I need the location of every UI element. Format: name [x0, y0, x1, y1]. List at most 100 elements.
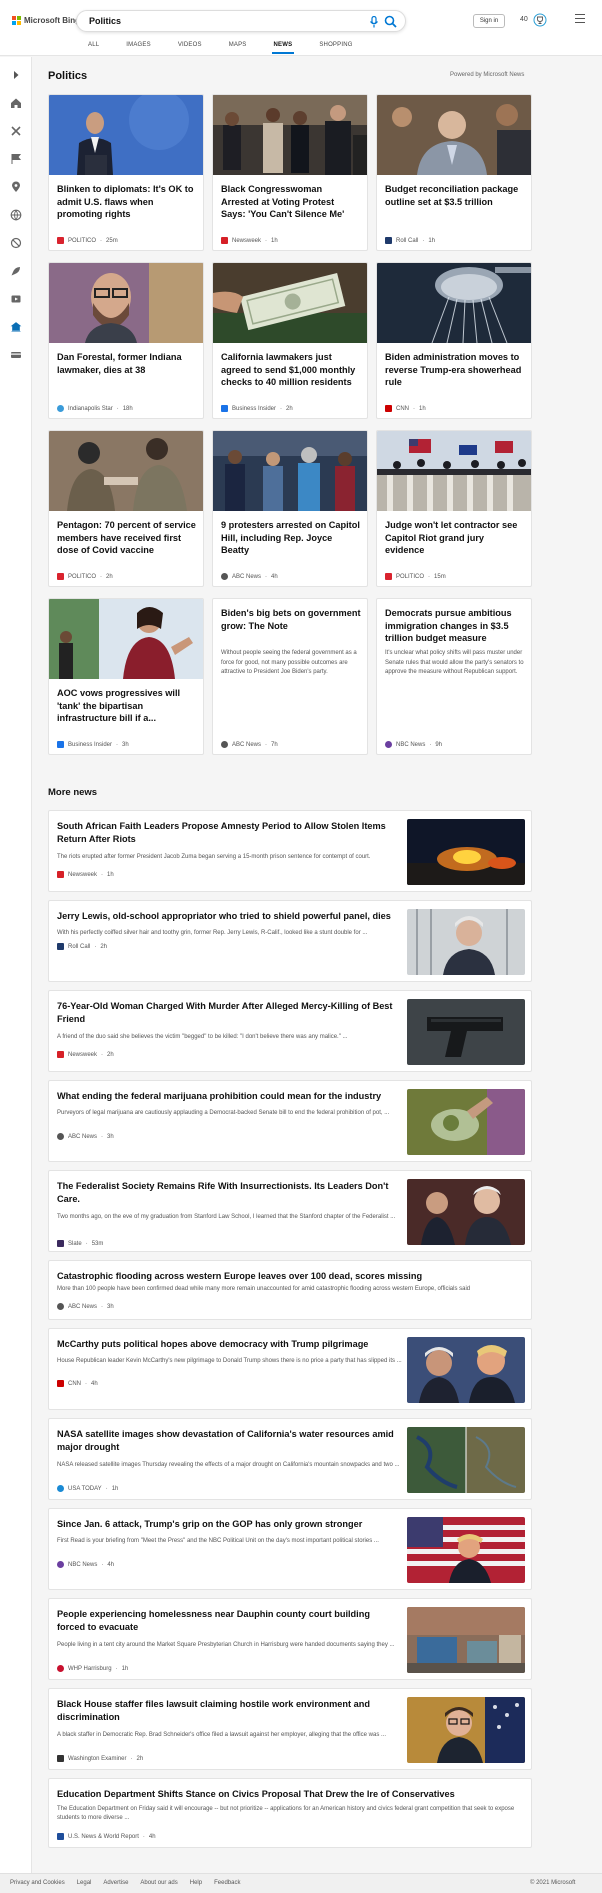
- rewards-points[interactable]: 40: [520, 16, 528, 23]
- card-title[interactable]: 9 protesters arrested on Capitol Hill, i…: [221, 519, 361, 557]
- politics-capitol-icon[interactable]: [10, 321, 22, 333]
- cnn-logo-icon: [57, 1380, 64, 1387]
- news-list-item[interactable]: NASA satellite images show devastation o…: [48, 1418, 532, 1500]
- news-title[interactable]: The Federalist Society Remains Rife With…: [57, 1180, 397, 1206]
- news-title[interactable]: People experiencing homelessness near Da…: [57, 1608, 397, 1634]
- news-title[interactable]: Jerry Lewis, old-school appropriator who…: [57, 910, 397, 923]
- news-list-item[interactable]: Catastrophic flooding across western Eur…: [48, 1260, 532, 1320]
- card-title[interactable]: California lawmakers just agreed to send…: [221, 351, 361, 389]
- card-title[interactable]: AOC vows progressives will 'tank' the bi…: [57, 687, 197, 725]
- news-card[interactable]: California lawmakers just agreed to send…: [212, 262, 368, 419]
- footer-link-advertise[interactable]: Advertise: [103, 1880, 128, 1886]
- search-input[interactable]: Politics: [89, 16, 121, 26]
- hamburger-menu-icon[interactable]: [575, 14, 585, 24]
- news-list-item[interactable]: The Federalist Society Remains Rife With…: [48, 1170, 532, 1252]
- news-list-item[interactable]: Jerry Lewis, old-school appropriator who…: [48, 900, 532, 982]
- scope-tabs: ALL IMAGES VIDEOS MAPS NEWS SHOPPING: [88, 42, 380, 54]
- card-source: POLITICO · 2h: [57, 573, 113, 580]
- sports-icon[interactable]: [10, 237, 22, 249]
- home-icon[interactable]: [10, 97, 22, 109]
- location-pin-icon[interactable]: [10, 181, 22, 193]
- money-icon[interactable]: [10, 349, 22, 361]
- card-title[interactable]: Biden administration moves to reverse Tr…: [385, 351, 525, 389]
- rewards-trophy-icon[interactable]: [533, 13, 547, 27]
- card-title[interactable]: Pentagon: 70 percent of service members …: [57, 519, 197, 557]
- news-list-item[interactable]: 76-Year-Old Woman Charged With Murder Af…: [48, 990, 532, 1072]
- news-title[interactable]: McCarthy puts political hopes above demo…: [57, 1338, 397, 1351]
- tab-images[interactable]: IMAGES: [126, 42, 151, 48]
- source-time: 2h: [286, 405, 293, 412]
- sign-in-button[interactable]: Sign in: [473, 14, 505, 28]
- card-title[interactable]: Biden's big bets on government grow: The…: [221, 607, 361, 632]
- source-name: ABC News: [68, 1133, 98, 1140]
- news-snippet: House Republican leader Kevin McCarthy's…: [57, 1358, 402, 1364]
- entertainment-icon[interactable]: [10, 293, 22, 305]
- tab-videos[interactable]: VIDEOS: [178, 42, 202, 48]
- news-image-trump-rally: [407, 1517, 525, 1583]
- card-title[interactable]: Budget reconciliation package outline se…: [385, 183, 525, 208]
- news-card[interactable]: Biden administration moves to reverse Tr…: [376, 262, 532, 419]
- news-card-text[interactable]: Democrats pursue ambitious immigration c…: [376, 598, 532, 755]
- tab-shopping[interactable]: SHOPPING: [319, 42, 352, 48]
- news-snippet: A friend of the duo said she believes th…: [57, 1034, 348, 1040]
- news-card[interactable]: Dan Forestal, former Indiana lawmaker, d…: [48, 262, 204, 419]
- news-title[interactable]: Catastrophic flooding across western Eur…: [57, 1270, 517, 1283]
- news-card[interactable]: Judge won't let contractor see Capitol R…: [376, 430, 532, 587]
- footer-link-legal[interactable]: Legal: [77, 1880, 92, 1886]
- news-list-item[interactable]: Black House staffer files lawsuit claimi…: [48, 1688, 532, 1770]
- card-source: ABC News · 4h: [221, 573, 278, 580]
- flag-icon[interactable]: [10, 153, 22, 165]
- news-snippet: NASA released satellite images Thursday …: [57, 1462, 400, 1468]
- news-title[interactable]: South African Faith Leaders Propose Amne…: [57, 820, 397, 846]
- news-card[interactable]: Blinken to diplomats: It's OK to admit U…: [48, 94, 204, 251]
- source-time: 4h: [107, 1561, 115, 1568]
- news-list-item[interactable]: Since Jan. 6 attack, Trump's grip on the…: [48, 1508, 532, 1590]
- news-card[interactable]: Budget reconciliation package outline se…: [376, 94, 532, 251]
- news-list-item[interactable]: What ending the federal marijuana prohib…: [48, 1080, 532, 1162]
- news-snippet: Purveyors of legal marijuana are cautiou…: [57, 1110, 390, 1116]
- news-card[interactable]: 9 protesters arrested on Capitol Hill, i…: [212, 430, 368, 587]
- expand-rail-icon[interactable]: [10, 69, 22, 81]
- search-box[interactable]: Politics: [76, 10, 406, 32]
- news-title[interactable]: NASA satellite images show devastation o…: [57, 1428, 397, 1454]
- footer-link-privacy[interactable]: Privacy and Cookies: [10, 1880, 65, 1886]
- news-list-item[interactable]: Education Department Shifts Stance on Ci…: [48, 1778, 532, 1848]
- tab-news[interactable]: NEWS: [271, 42, 295, 54]
- news-snippet: More than 100 people have been confirmed…: [57, 1286, 471, 1292]
- card-title[interactable]: Black Congresswoman Arrested at Voting P…: [221, 183, 361, 221]
- tab-all[interactable]: ALL: [88, 42, 99, 48]
- news-title[interactable]: 76-Year-Old Woman Charged With Murder Af…: [57, 1000, 397, 1026]
- bing-logo[interactable]: Microsoft Bing: [12, 16, 80, 25]
- source-time: 3h: [122, 741, 129, 748]
- card-title[interactable]: Dan Forestal, former Indiana lawmaker, d…: [57, 351, 197, 376]
- tab-maps[interactable]: MAPS: [229, 42, 247, 48]
- news-list-item[interactable]: South African Faith Leaders Propose Amne…: [48, 810, 532, 892]
- news-card[interactable]: AOC vows progressives will 'tank' the bi…: [48, 598, 204, 755]
- news-title[interactable]: What ending the federal marijuana prohib…: [57, 1090, 397, 1103]
- abc-news-logo-icon: [221, 741, 228, 748]
- news-list-item[interactable]: People experiencing homelessness near Da…: [48, 1598, 532, 1680]
- science-rocket-icon[interactable]: [10, 265, 22, 277]
- crossed-tools-icon[interactable]: [10, 125, 22, 137]
- news-card[interactable]: Pentagon: 70 percent of service members …: [48, 430, 204, 587]
- footer-link-feedback[interactable]: Feedback: [214, 1880, 240, 1886]
- card-title[interactable]: Blinken to diplomats: It's OK to admit U…: [57, 183, 197, 221]
- news-source: U.S. News & World Report · 4h: [57, 1833, 156, 1840]
- news-list-item[interactable]: McCarthy puts political hopes above demo…: [48, 1328, 532, 1410]
- globe-icon[interactable]: [10, 209, 22, 221]
- card-title[interactable]: Democrats pursue ambitious immigration c…: [385, 607, 525, 645]
- footer-link-about-ads[interactable]: About our ads: [140, 1880, 177, 1886]
- card-title[interactable]: Judge won't let contractor see Capitol R…: [385, 519, 525, 557]
- news-title[interactable]: Education Department Shifts Stance on Ci…: [57, 1788, 517, 1801]
- source-name: NBC News: [68, 1561, 98, 1568]
- source-time: 7h: [271, 741, 278, 748]
- card-image-capitol-arrests: [213, 431, 367, 511]
- news-title[interactable]: Since Jan. 6 attack, Trump's grip on the…: [57, 1518, 397, 1531]
- news-title[interactable]: Black House staffer files lawsuit claimi…: [57, 1698, 397, 1724]
- search-icon[interactable]: [384, 15, 397, 28]
- footer-link-help[interactable]: Help: [190, 1880, 202, 1886]
- source-time: 2h: [106, 573, 113, 580]
- microphone-icon[interactable]: [369, 16, 379, 28]
- news-card-text[interactable]: Biden's big bets on government grow: The…: [212, 598, 368, 755]
- news-card[interactable]: Black Congresswoman Arrested at Voting P…: [212, 94, 368, 251]
